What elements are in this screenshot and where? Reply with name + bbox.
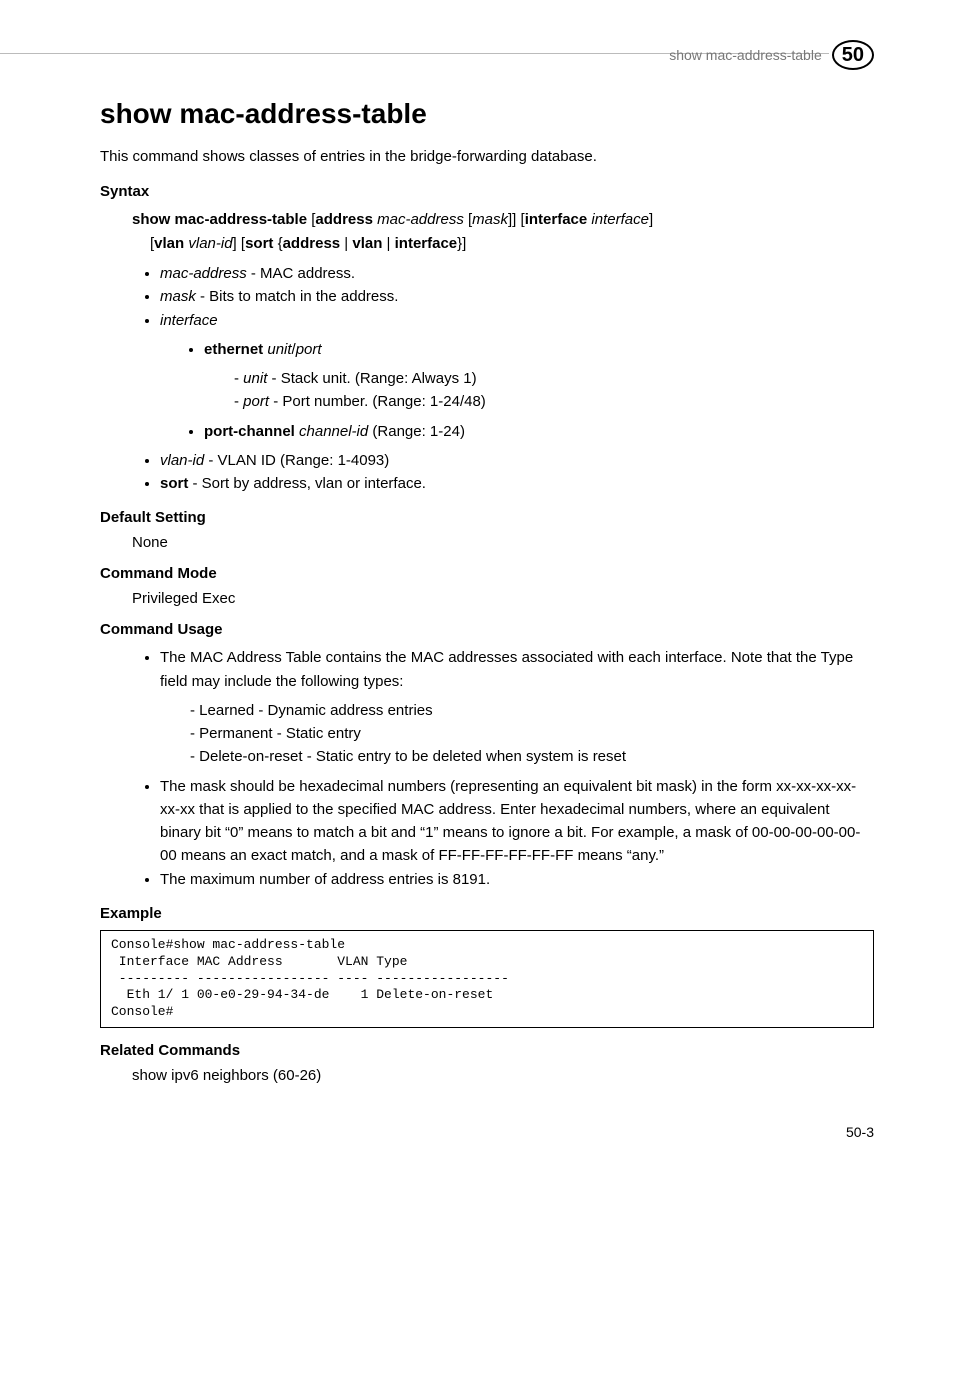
arg-unit: unit <box>267 341 291 358</box>
arg-port: port <box>296 341 322 358</box>
usage-types-list: Learned - Dynamic address entries Perman… <box>160 699 874 769</box>
txt: ] <box>649 211 653 228</box>
running-header: show mac-address-table 50 <box>100 40 874 70</box>
param-desc: - Bits to match in the address. <box>196 288 399 305</box>
param-sort: sort - Sort by address, vlan or interfac… <box>160 472 874 495</box>
kw-interface2: interface <box>395 235 458 252</box>
param-mask: mask - Bits to match in the address. <box>160 285 874 308</box>
usage-item-1: The MAC Address Table contains the MAC a… <box>160 646 874 768</box>
kw-show-mac: show mac-address-table <box>132 211 307 228</box>
param-name: unit <box>243 370 267 387</box>
related-commands-text: show ipv6 neighbors (60-26) <box>132 1067 874 1084</box>
kw-interface: interface <box>525 211 588 228</box>
default-setting-heading: Default Setting <box>100 509 874 526</box>
running-title: show mac-address-table <box>669 47 822 63</box>
page-number: 50-3 <box>100 1124 874 1140</box>
param-name: vlan-id <box>160 452 204 469</box>
default-setting-text: None <box>132 534 874 551</box>
param-desc: - VLAN ID (Range: 1-4093) <box>204 452 389 469</box>
param-desc: (Range: 1-24) <box>368 423 465 440</box>
param-desc: - Stack unit. (Range: Always 1) <box>267 370 476 387</box>
usage-type-learned: Learned - Dynamic address entries <box>204 699 874 722</box>
usage-item-2: The mask should be hexadecimal numbers (… <box>160 775 874 868</box>
interface-sublist: ethernet unit/port unit - Stack unit. (R… <box>160 338 874 443</box>
kw-sort2: sort <box>160 475 188 492</box>
param-port-channel: port-channel channel-id (Range: 1-24) <box>204 420 874 443</box>
arg-vlan-id: vlan-id <box>188 235 232 252</box>
arg-mask: mask <box>472 211 508 228</box>
txt: ]] [ <box>508 211 525 228</box>
param-unit: unit - Stack unit. (Range: Always 1) <box>248 367 874 390</box>
kw-address2: address <box>283 235 341 252</box>
arg-mac-address: mac-address <box>377 211 464 228</box>
syntax-line-1: show mac-address-table [ address mac-addr… <box>132 208 874 232</box>
syntax-params-list: mac-address - MAC address. mask - Bits t… <box>100 262 874 495</box>
txt: | <box>382 235 394 252</box>
txt: ] [ <box>233 235 246 252</box>
param-desc: - Port number. (Range: 1-24/48) <box>269 393 486 410</box>
kw-sort: sort <box>245 235 273 252</box>
example-heading: Example <box>100 905 874 922</box>
command-usage-heading: Command Usage <box>100 621 874 638</box>
arg-channel-id: channel-id <box>299 423 368 440</box>
kw-vlan2: vlan <box>352 235 382 252</box>
usage-item-3: The maximum number of address entries is… <box>160 868 874 891</box>
param-name: interface <box>160 312 218 329</box>
related-commands-heading: Related Commands <box>100 1042 874 1059</box>
param-vlan-id: vlan-id - VLAN ID (Range: 1-4093) <box>160 449 874 472</box>
chapter-number-badge: 50 <box>832 40 874 70</box>
param-desc: - MAC address. <box>247 265 355 282</box>
param-name: mask <box>160 288 196 305</box>
param-port: port - Port number. (Range: 1-24/48) <box>248 390 874 413</box>
ethernet-sublist: unit - Stack unit. (Range: Always 1) por… <box>204 367 874 414</box>
example-code-block: Console#show mac-address-table Interface… <box>100 930 874 1028</box>
param-ethernet: ethernet unit/port unit - Stack unit. (R… <box>204 338 874 414</box>
kw-address: address <box>315 211 373 228</box>
arg-interface: interface <box>591 211 649 228</box>
kw-ethernet: ethernet <box>204 341 263 358</box>
command-mode-heading: Command Mode <box>100 565 874 582</box>
kw-vlan: vlan <box>154 235 184 252</box>
command-mode-text: Privileged Exec <box>132 590 874 607</box>
param-mac-address: mac-address - MAC address. <box>160 262 874 285</box>
param-interface: interface ethernet unit/port unit - Stac… <box>160 309 874 443</box>
intro-paragraph: This command shows classes of entries in… <box>100 146 874 167</box>
page-title: show mac-address-table <box>100 98 874 130</box>
txt: [ <box>464 211 472 228</box>
usage-type-delete-on-reset: Delete-on-reset - Static entry to be del… <box>204 745 874 768</box>
txt: | <box>340 235 352 252</box>
param-desc: - Sort by address, vlan or interface. <box>188 475 426 492</box>
param-name: port <box>243 393 269 410</box>
usage-type-permanent: Permanent - Static entry <box>204 722 874 745</box>
syntax-heading: Syntax <box>100 183 874 200</box>
txt: }] <box>457 235 466 252</box>
usage-text: The MAC Address Table contains the MAC a… <box>160 649 853 689</box>
txt: { <box>273 235 282 252</box>
kw-port-channel: port-channel <box>204 423 295 440</box>
syntax-line-2: [vlan vlan-id] [sort {address | vlan | i… <box>150 232 874 256</box>
param-name: mac-address <box>160 265 247 282</box>
command-usage-list: The MAC Address Table contains the MAC a… <box>100 646 874 891</box>
